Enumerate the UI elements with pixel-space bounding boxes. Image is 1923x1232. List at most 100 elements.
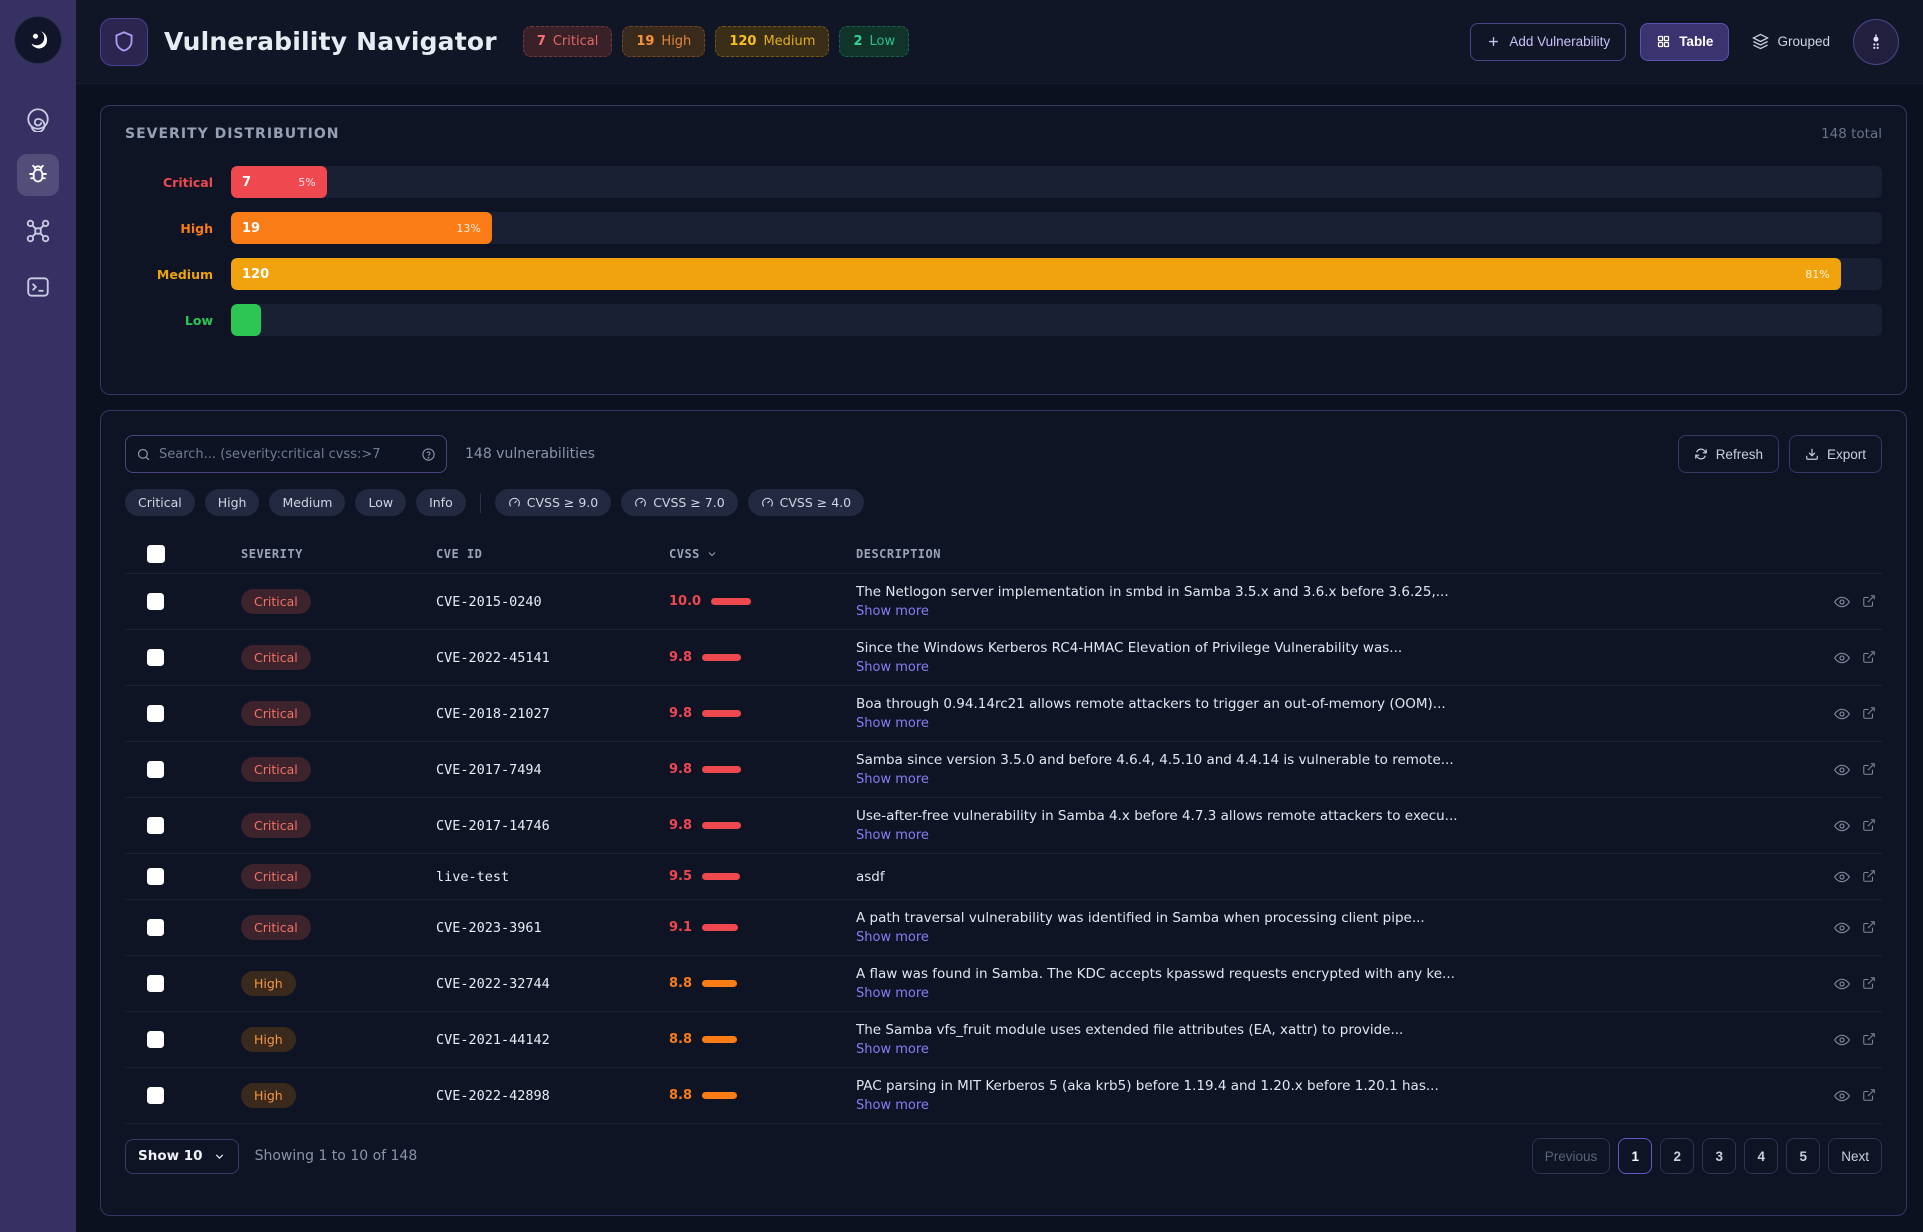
search-input[interactable] bbox=[159, 447, 413, 462]
external-link-icon[interactable] bbox=[1862, 976, 1876, 992]
search-help-icon[interactable] bbox=[421, 447, 436, 462]
filter-chips: Critical High Medium Low Info CVSS ≥ 9.0… bbox=[125, 489, 1882, 516]
cve-id: CVE-2015-0240 bbox=[436, 594, 669, 610]
view-eye-icon[interactable] bbox=[1834, 920, 1850, 936]
severity-pill: Critical bbox=[241, 864, 311, 889]
row-checkbox[interactable] bbox=[147, 761, 164, 778]
previous-page-button[interactable]: Previous bbox=[1532, 1138, 1611, 1174]
refresh-button[interactable]: Refresh bbox=[1678, 435, 1779, 473]
view-eye-icon[interactable] bbox=[1834, 869, 1850, 885]
description-text: asdf bbox=[856, 869, 1816, 885]
page-button-5[interactable]: 5 bbox=[1786, 1138, 1820, 1174]
page-button-3[interactable]: 3 bbox=[1702, 1138, 1736, 1174]
filter-cvss-9[interactable]: CVSS ≥ 9.0 bbox=[495, 489, 611, 516]
chip-divider bbox=[480, 493, 481, 513]
row-checkbox[interactable] bbox=[147, 649, 164, 666]
table-row: Critical live-test 9.5 asdf bbox=[125, 854, 1882, 900]
severity-distribution-panel: SEVERITY DISTRIBUTION 148 total Critical… bbox=[100, 105, 1907, 395]
page-size-select[interactable]: Show 10 bbox=[125, 1139, 239, 1174]
show-more-link[interactable]: Show more bbox=[856, 930, 929, 945]
severity-pill: Critical bbox=[241, 915, 311, 940]
download-icon bbox=[1805, 447, 1819, 461]
view-eye-icon[interactable] bbox=[1834, 818, 1850, 834]
external-link-icon[interactable] bbox=[1862, 920, 1876, 936]
show-more-link[interactable]: Show more bbox=[856, 1042, 929, 1057]
row-checkbox[interactable] bbox=[147, 868, 164, 885]
description-cell: Samba since version 3.5.0 and before 4.6… bbox=[856, 752, 1826, 787]
page-button-4[interactable]: 4 bbox=[1744, 1138, 1778, 1174]
external-link-icon[interactable] bbox=[1862, 1088, 1876, 1104]
view-eye-icon[interactable] bbox=[1834, 1088, 1850, 1104]
show-more-link[interactable]: Show more bbox=[856, 772, 929, 787]
severity-pill: Critical bbox=[241, 645, 311, 670]
row-checkbox[interactable] bbox=[147, 975, 164, 992]
cvss-bar bbox=[702, 980, 737, 987]
filter-low[interactable]: Low bbox=[355, 489, 406, 516]
external-link-icon[interactable] bbox=[1862, 706, 1876, 722]
sort-chevron-down-icon bbox=[706, 548, 718, 560]
row-checkbox[interactable] bbox=[147, 919, 164, 936]
description-cell: The Samba vfs_fruit module uses extended… bbox=[856, 1022, 1826, 1057]
terminal-icon bbox=[25, 274, 51, 300]
show-more-link[interactable]: Show more bbox=[856, 828, 929, 843]
view-eye-icon[interactable] bbox=[1834, 706, 1850, 722]
sidebar-item-radar[interactable] bbox=[17, 98, 59, 140]
filter-medium[interactable]: Medium bbox=[269, 489, 345, 516]
external-link-icon[interactable] bbox=[1862, 594, 1876, 610]
external-link-icon[interactable] bbox=[1862, 818, 1876, 834]
external-link-icon[interactable] bbox=[1862, 762, 1876, 778]
page-button-2[interactable]: 2 bbox=[1660, 1138, 1694, 1174]
filter-critical[interactable]: Critical bbox=[125, 489, 195, 516]
shield-icon bbox=[111, 29, 137, 55]
select-all-checkbox[interactable] bbox=[147, 545, 165, 563]
show-more-link[interactable]: Show more bbox=[856, 660, 929, 675]
distribution-row-medium: Medium 120 81% bbox=[125, 258, 1882, 290]
row-checkbox[interactable] bbox=[147, 1087, 164, 1104]
app-logo[interactable] bbox=[14, 16, 62, 64]
external-link-icon[interactable] bbox=[1862, 1032, 1876, 1048]
view-grouped-button[interactable]: Grouped bbox=[1743, 23, 1839, 61]
filter-cvss-4[interactable]: CVSS ≥ 4.0 bbox=[748, 489, 864, 516]
user-avatar[interactable] bbox=[1853, 19, 1899, 65]
cvss-bar bbox=[702, 766, 741, 773]
row-checkbox[interactable] bbox=[147, 705, 164, 722]
show-more-link[interactable]: Show more bbox=[856, 986, 929, 1001]
row-checkbox[interactable] bbox=[147, 817, 164, 834]
show-more-link[interactable]: Show more bbox=[856, 716, 929, 731]
filter-cvss-7[interactable]: CVSS ≥ 7.0 bbox=[621, 489, 737, 516]
export-button[interactable]: Export bbox=[1789, 435, 1882, 473]
view-eye-icon[interactable] bbox=[1834, 1032, 1850, 1048]
add-vulnerability-button[interactable]: Add Vulnerability bbox=[1470, 23, 1626, 61]
external-link-icon[interactable] bbox=[1862, 869, 1876, 885]
view-eye-icon[interactable] bbox=[1834, 762, 1850, 778]
view-eye-icon[interactable] bbox=[1834, 650, 1850, 666]
table-footer: Show 10 Showing 1 to 10 of 148 Previous … bbox=[125, 1138, 1882, 1174]
show-more-link[interactable]: Show more bbox=[856, 1098, 929, 1113]
row-checkbox[interactable] bbox=[147, 593, 164, 610]
filter-info[interactable]: Info bbox=[416, 489, 466, 516]
cvss-value: 9.8 bbox=[669, 818, 692, 833]
page-button-1[interactable]: 1 bbox=[1618, 1138, 1652, 1174]
sidebar-item-terminal[interactable] bbox=[17, 266, 59, 308]
grid-icon bbox=[1656, 34, 1671, 49]
search-icon bbox=[136, 447, 151, 462]
row-actions bbox=[1826, 920, 1882, 936]
row-actions bbox=[1826, 762, 1882, 778]
col-cvss[interactable]: CVSS bbox=[669, 547, 856, 561]
description-text: Samba since version 3.5.0 and before 4.6… bbox=[856, 752, 1816, 768]
view-eye-icon[interactable] bbox=[1834, 594, 1850, 610]
vulnerabilities-table: SEVERITY CVE ID CVSS DESCRIPTION Critica… bbox=[125, 534, 1882, 1124]
external-link-icon[interactable] bbox=[1862, 650, 1876, 666]
view-eye-icon[interactable] bbox=[1834, 976, 1850, 992]
next-page-button[interactable]: Next bbox=[1828, 1138, 1882, 1174]
description-text: Boa through 0.94.14rc21 allows remote at… bbox=[856, 696, 1816, 712]
sidebar-item-vulnerabilities[interactable] bbox=[17, 154, 59, 196]
view-table-button[interactable]: Table bbox=[1640, 23, 1729, 61]
sidebar-item-drone[interactable] bbox=[17, 210, 59, 252]
filter-high[interactable]: High bbox=[205, 489, 260, 516]
show-more-link[interactable]: Show more bbox=[856, 604, 929, 619]
description-text: PAC parsing in MIT Kerberos 5 (aka krb5)… bbox=[856, 1078, 1816, 1094]
severity-pill: High bbox=[241, 1027, 296, 1052]
row-checkbox[interactable] bbox=[147, 1031, 164, 1048]
cvss-bar bbox=[702, 1036, 737, 1043]
